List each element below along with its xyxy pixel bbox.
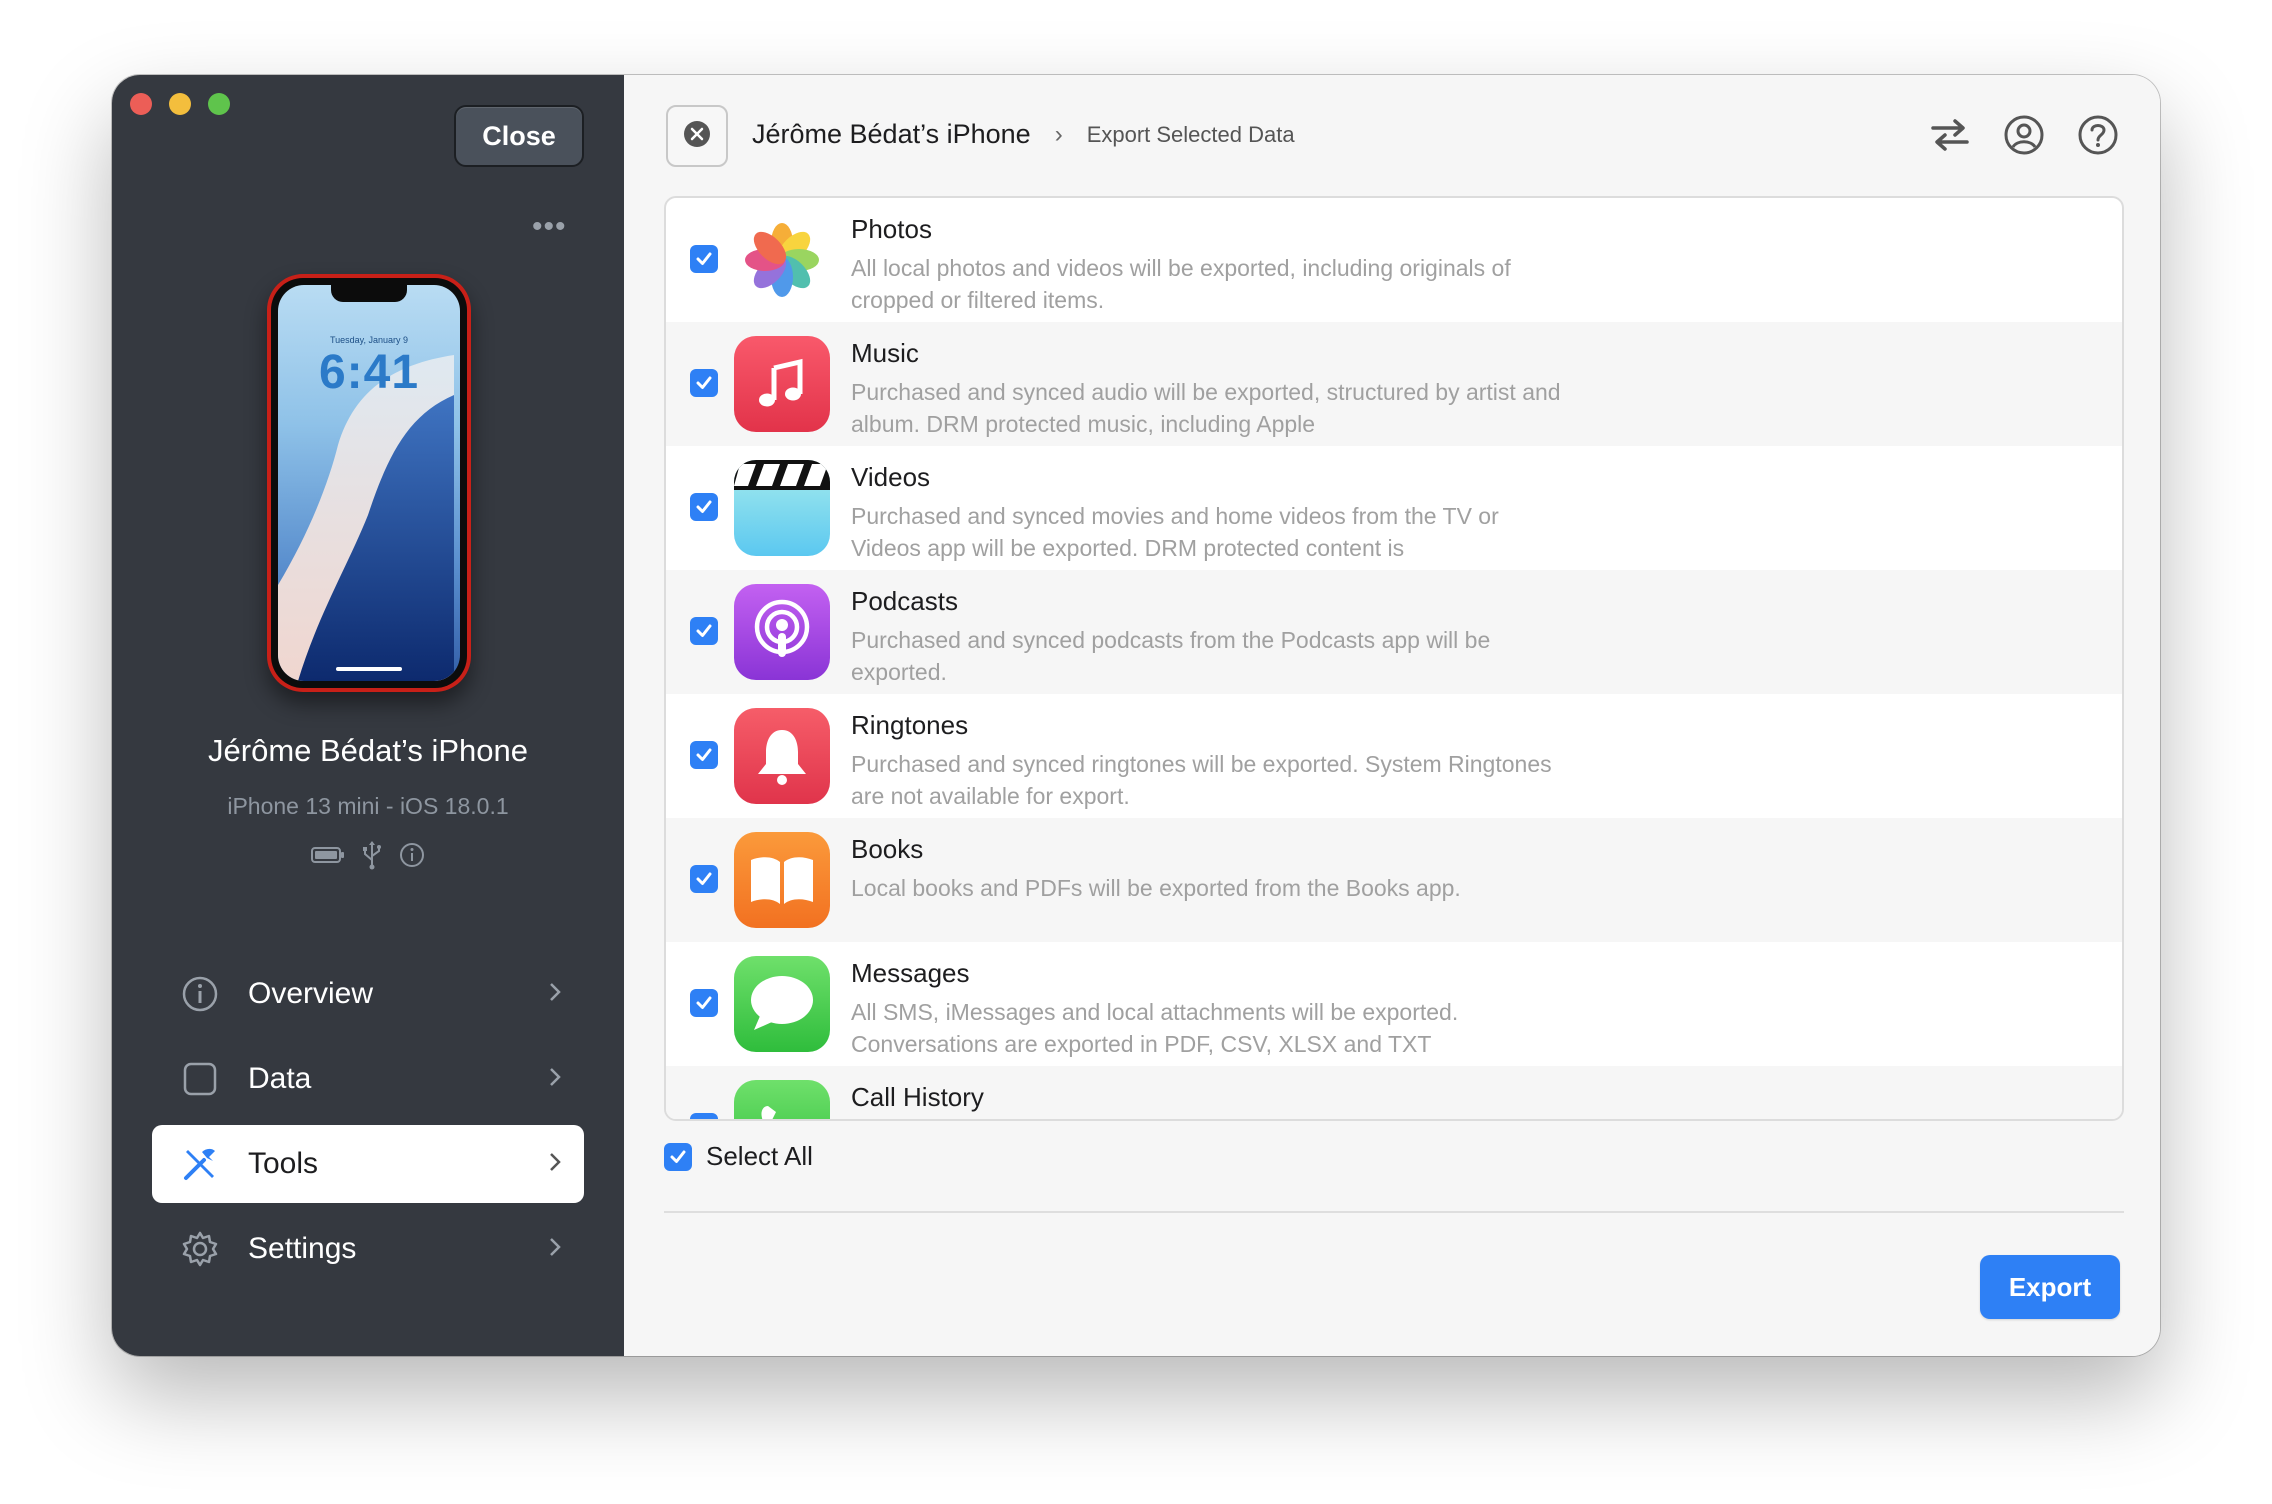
podcasts-icon: [734, 584, 830, 680]
list-item-books[interactable]: Books Local books and PDFs will be expor…: [666, 818, 2122, 942]
messages-icon: [734, 956, 830, 1052]
sidebar: Close ••• Tuesday, January 9 6:41 Jérôme…: [112, 75, 624, 1356]
info-icon[interactable]: [399, 842, 425, 873]
item-description: Purchased and synced ringtones will be e…: [851, 751, 1552, 809]
sidebar-item-settings[interactable]: Settings: [152, 1210, 584, 1288]
list-item-ringtones[interactable]: Ringtones Purchased and synced ringtones…: [666, 694, 2122, 818]
item-description: All local photos and videos will be expo…: [851, 255, 1511, 313]
account-icon[interactable]: [2002, 113, 2046, 157]
breadcrumb-device[interactable]: Jérôme Bédat’s iPhone: [752, 119, 1031, 150]
window-close-control[interactable]: [130, 93, 152, 115]
square-icon: [180, 1059, 220, 1099]
chevron-right-icon: [548, 1062, 562, 1096]
select-all-control[interactable]: Select All: [664, 1141, 813, 1172]
app-window: Close ••• Tuesday, January 9 6:41 Jérôme…: [112, 75, 2160, 1356]
sidebar-item-overview[interactable]: Overview: [152, 955, 584, 1033]
device-name: Jérôme Bédat’s iPhone: [208, 733, 528, 768]
lock-screen-time: 6:41: [318, 346, 420, 399]
photos-icon: [734, 212, 830, 308]
toolbar-icons: [1928, 113, 2120, 157]
sidebar-item-label: Overview: [248, 977, 374, 1010]
item-title: Photos: [851, 214, 932, 244]
books-icon: [734, 832, 830, 928]
sidebar-nav: Overview Data Tools Settings: [152, 955, 584, 1295]
ringtones-checkbox[interactable]: [690, 741, 718, 769]
item-description: Purchased and synced movies and home vid…: [851, 503, 1499, 561]
sidebar-item-data[interactable]: Data: [152, 1040, 584, 1118]
tools-icon: [180, 1144, 220, 1184]
more-options-icon[interactable]: •••: [532, 212, 567, 242]
close-circle-icon: [682, 119, 712, 154]
window-minimize-control[interactable]: [169, 93, 191, 115]
chevron-right-icon: [548, 977, 562, 1011]
messages-checkbox[interactable]: [690, 989, 718, 1017]
item-title: Videos: [851, 462, 931, 492]
export-button[interactable]: Export: [1980, 1255, 2120, 1319]
usb-icon: [361, 840, 383, 875]
podcasts-checkbox[interactable]: [690, 617, 718, 645]
photos-checkbox[interactable]: [690, 245, 718, 273]
videos-checkbox[interactable]: [690, 493, 718, 521]
list-item-videos[interactable]: Videos Purchased and synced movies and h…: [666, 446, 2122, 570]
help-icon[interactable]: [2076, 113, 2120, 157]
list-item-call-history[interactable]: Call History: [666, 1066, 2122, 1119]
sidebar-item-tools[interactable]: Tools: [152, 1125, 584, 1203]
item-description: Purchased and synced podcasts from the P…: [851, 627, 1491, 685]
music-icon: [734, 336, 830, 432]
sidebar-item-label: Tools: [248, 1147, 319, 1180]
item-title: Books: [851, 834, 924, 864]
main-panel: Jérôme Bédat’s iPhone › Export Selected …: [624, 75, 2160, 1356]
videos-icon: [734, 460, 830, 556]
list-item-podcasts[interactable]: Podcasts Purchased and synced podcasts f…: [666, 570, 2122, 694]
export-items-list[interactable]: Photos All local photos and videos will …: [664, 196, 2124, 1121]
switch-device-icon[interactable]: [1928, 113, 1972, 157]
window-controls: [130, 93, 230, 115]
device-status-icons: [112, 840, 624, 875]
item-title: Podcasts: [851, 586, 958, 616]
list-item-photos[interactable]: Photos All local photos and videos will …: [666, 198, 2122, 322]
battery-icon: [311, 846, 345, 869]
item-title: Call History: [851, 1082, 984, 1112]
lock-screen-date: Tuesday, January 9: [329, 335, 409, 345]
list-item-music[interactable]: Music Purchased and synced audio will be…: [666, 322, 2122, 446]
info-icon: [180, 974, 220, 1014]
device-image: Tuesday, January 9 6:41: [267, 274, 471, 692]
cancel-export-button[interactable]: [666, 105, 728, 167]
divider: [664, 1211, 2124, 1213]
breadcrumb: Jérôme Bédat’s iPhone › Export Selected …: [752, 119, 1295, 150]
item-description: Local books and PDFs will be exported fr…: [851, 875, 1461, 901]
device-screen: Tuesday, January 9 6:41: [278, 285, 460, 681]
bell-icon: [734, 708, 830, 804]
item-title: Ringtones: [851, 710, 969, 740]
item-description: Purchased and synced audio will be expor…: [851, 379, 1561, 437]
item-description: All SMS, iMessages and local attachments…: [851, 999, 1459, 1057]
breadcrumb-separator: ›: [1054, 120, 1063, 148]
breadcrumb-current-page: Export Selected Data: [1086, 121, 1295, 147]
books-checkbox[interactable]: [690, 865, 718, 893]
device-model: iPhone 13 mini - iOS 18.0.1: [227, 793, 509, 819]
chevron-right-icon: [548, 1232, 562, 1266]
chevron-right-icon: [548, 1147, 562, 1181]
close-button[interactable]: Close: [454, 105, 584, 167]
gear-icon: [180, 1229, 220, 1269]
call-history-checkbox[interactable]: [690, 1113, 718, 1119]
window-zoom-control[interactable]: [208, 93, 230, 115]
phone-icon: [734, 1080, 830, 1119]
sidebar-item-label: Data: [248, 1062, 312, 1095]
sidebar-item-label: Settings: [248, 1232, 357, 1265]
item-title: Music: [851, 338, 919, 368]
select-all-label[interactable]: Select All: [706, 1141, 813, 1172]
item-title: Messages: [851, 958, 970, 988]
music-checkbox[interactable]: [690, 369, 718, 397]
list-item-messages[interactable]: Messages All SMS, iMessages and local at…: [666, 942, 2122, 1066]
select-all-checkbox[interactable]: [664, 1142, 692, 1171]
